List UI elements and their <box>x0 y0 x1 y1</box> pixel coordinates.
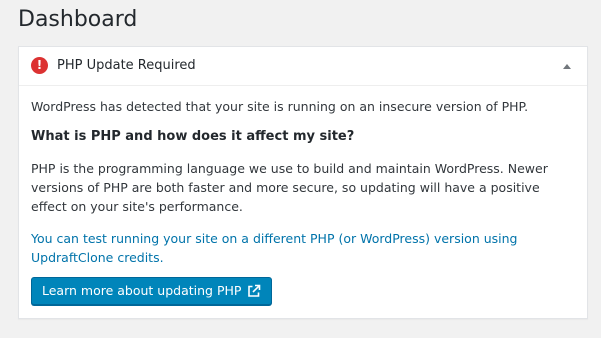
php-update-widget: ! PHP Update Required WordPress has dete… <box>18 46 588 319</box>
widget-header[interactable]: ! PHP Update Required <box>19 47 587 86</box>
page-title: Dashboard <box>18 7 138 32</box>
learn-more-button-label: Learn more about updating PHP <box>42 283 242 298</box>
php-info-text: PHP is the programming language we use t… <box>31 161 548 214</box>
external-link-icon <box>247 284 261 298</box>
php-info-heading: What is PHP and how does it affect my si… <box>31 129 355 144</box>
collapse-toggle-icon[interactable] <box>559 58 575 74</box>
alert-icon: ! <box>31 57 48 74</box>
detected-message: WordPress has detected that your site is… <box>31 99 529 114</box>
updraftclone-link[interactable]: You can test running your site on a diff… <box>31 231 518 265</box>
learn-more-button[interactable]: Learn more about updating PHP <box>31 277 273 305</box>
widget-title: PHP Update Required <box>57 58 196 73</box>
